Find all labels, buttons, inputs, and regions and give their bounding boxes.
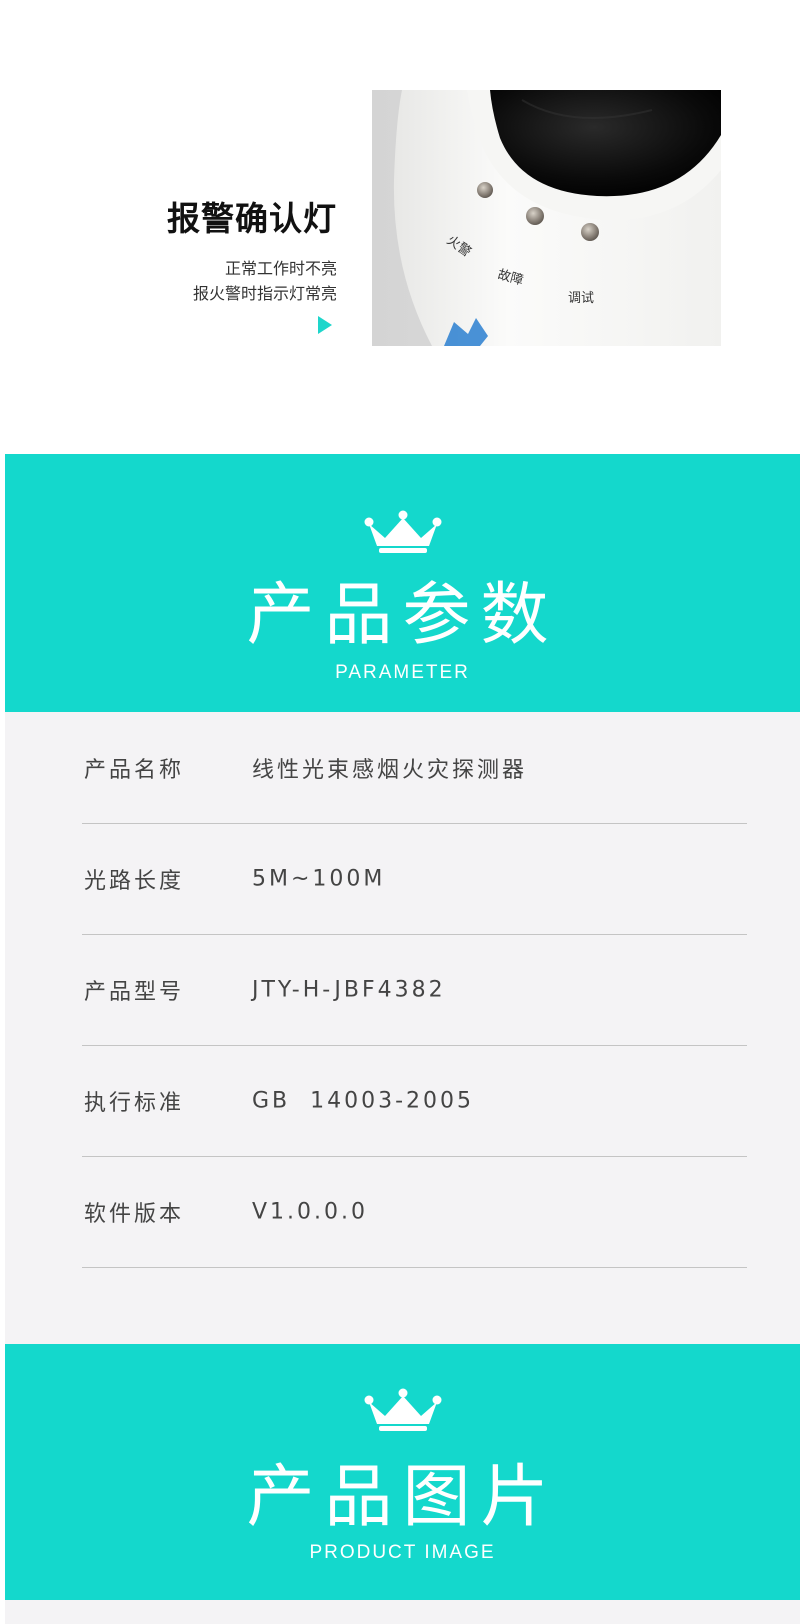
parameter-value: 线性光束感烟火灾探测器 — [252, 757, 528, 783]
feature-desc-line: 报火警时指示灯常亮 — [192, 284, 337, 303]
parameter-value: GB 14003-2005 — [252, 1088, 475, 1113]
parameter-label: 软件版本 — [84, 1201, 185, 1227]
parameter-value: V1.0.0.0 — [252, 1199, 369, 1224]
parameter-label: 执行标准 — [84, 1090, 185, 1116]
feature-desc-line: 正常工作时不亮 — [224, 259, 337, 278]
parameter-row: 软件版本 V1.0.0.0 — [82, 1156, 747, 1268]
play-arrow-icon — [318, 316, 332, 334]
parameter-row: 产品名称 线性光束感烟火灾探测器 — [82, 712, 747, 824]
bottom-panel — [5, 1600, 800, 1624]
product-image-title: 产品图片 — [246, 1458, 559, 1537]
feature-section: 报警确认灯 正常工作时不亮 报火警时指示灯常亮 火警 故障 调试 — [0, 0, 800, 454]
parameter-value: JTY-H-JBF4382 — [252, 977, 446, 1002]
crown-icon — [364, 510, 441, 553]
detector-photo-graphic: 火警 故障 调试 — [372, 90, 721, 346]
parameter-banner: 产品参数 PARAMETER — [5, 454, 800, 712]
parameter-label: 产品型号 — [84, 979, 185, 1005]
parameter-value: 5M~100M — [252, 866, 386, 891]
parameter-row: 光路长度 5M~100M — [82, 823, 747, 935]
crown-icon — [364, 1388, 441, 1431]
parameter-label: 光路长度 — [84, 868, 185, 894]
parameter-title: 产品参数 — [246, 576, 559, 655]
parameter-row: 产品型号 JTY-H-JBF4382 — [82, 934, 747, 1046]
parameter-label: 产品名称 — [84, 757, 185, 783]
product-image-banner: 产品图片 PRODUCT IMAGE — [5, 1344, 800, 1600]
product-image-subtitle: PRODUCT IMAGE — [309, 1542, 496, 1563]
parameter-table: 产品名称 线性光束感烟火灾探测器 光路长度 5M~100M 产品型号 JTY-H… — [5, 712, 800, 1344]
feature-description: 正常工作时不亮 报火警时指示灯常亮 — [193, 256, 337, 306]
parameter-row: 执行标准 GB 14003-2005 — [82, 1045, 747, 1157]
photo-label-test: 调试 — [568, 291, 594, 306]
parameter-subtitle: PARAMETER — [335, 662, 470, 683]
feature-title: 报警确认灯 — [167, 199, 337, 238]
product-photo: 火警 故障 调试 — [372, 90, 721, 346]
